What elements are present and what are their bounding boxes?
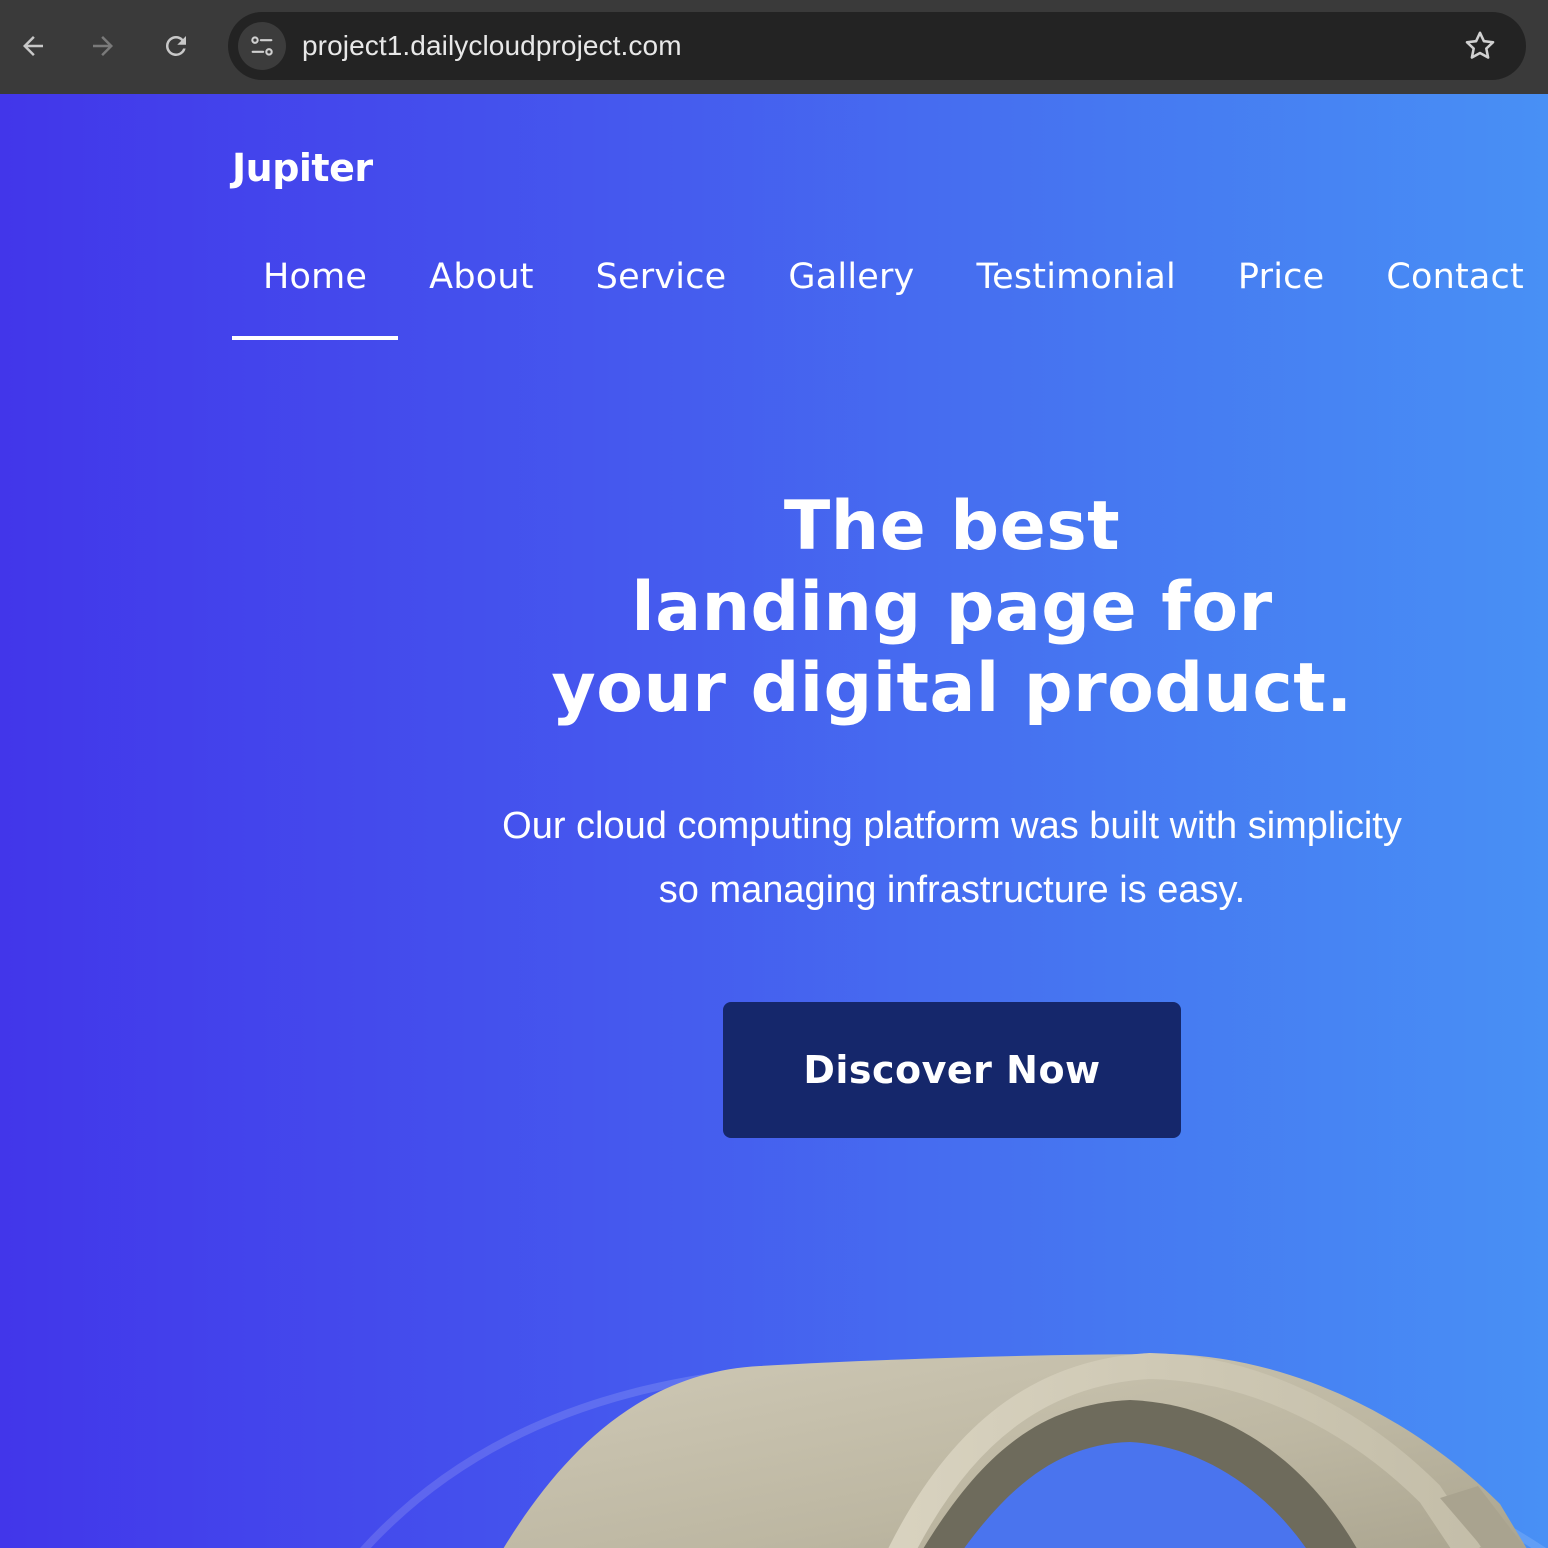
address-bar[interactable]: project1.dailycloudproject.com bbox=[228, 12, 1526, 80]
hero-title: The best landing page for your digital p… bbox=[402, 486, 1502, 729]
brand-logo[interactable]: Jupiter bbox=[232, 146, 373, 190]
discover-now-button[interactable]: Discover Now bbox=[723, 1002, 1181, 1138]
nav-item-service[interactable]: Service bbox=[565, 244, 758, 340]
forward-button[interactable] bbox=[80, 23, 126, 69]
hero-subtitle: Our cloud computing platform was built w… bbox=[402, 794, 1502, 922]
arrow-left-icon bbox=[23, 36, 43, 56]
tune-icon bbox=[251, 36, 273, 56]
watch-strap-image bbox=[360, 1352, 1547, 1548]
hero-title-line: your digital product. bbox=[551, 649, 1353, 728]
hero-title-line: The best bbox=[783, 487, 1121, 566]
url-text[interactable]: project1.dailycloudproject.com bbox=[302, 12, 682, 80]
arrow-right-icon bbox=[93, 36, 113, 56]
nav-item-contact[interactable]: Contact bbox=[1355, 244, 1548, 340]
hero-title-line: landing page for bbox=[631, 568, 1273, 647]
site-info-button[interactable] bbox=[238, 22, 286, 70]
nav-item-about[interactable]: About bbox=[398, 244, 564, 340]
hero-subtitle-line: so managing infrastructure is easy. bbox=[658, 869, 1246, 911]
nav-item-testimonial[interactable]: Testimonial bbox=[945, 244, 1206, 340]
back-button[interactable] bbox=[10, 23, 56, 69]
main-nav: Home About Service Gallery Testimonial P… bbox=[232, 244, 1548, 340]
nav-item-home[interactable]: Home bbox=[232, 244, 399, 340]
reload-button[interactable] bbox=[153, 23, 199, 69]
star-icon[interactable] bbox=[1462, 28, 1498, 64]
reload-icon bbox=[165, 35, 186, 56]
nav-item-gallery[interactable]: Gallery bbox=[757, 244, 945, 340]
browser-toolbar: project1.dailycloudproject.com bbox=[0, 0, 1548, 94]
landing-page: Jupiter Home About Service Gallery Testi… bbox=[0, 94, 1548, 1548]
hero-subtitle-line: Our cloud computing platform was built w… bbox=[502, 805, 1402, 847]
nav-item-price[interactable]: Price bbox=[1207, 244, 1355, 340]
